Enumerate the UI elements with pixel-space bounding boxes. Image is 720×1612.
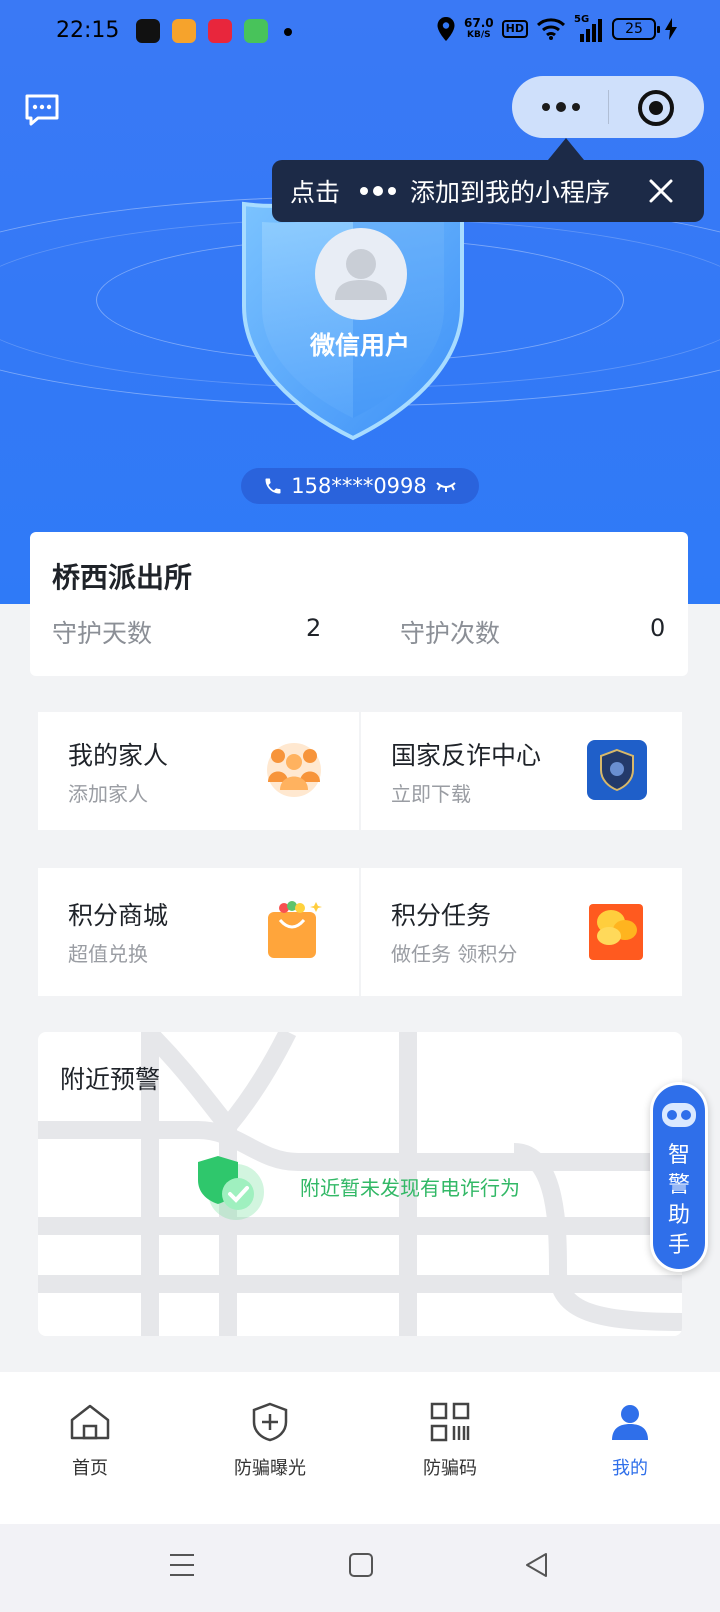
tile-title: 国家反诈中心 bbox=[391, 741, 542, 770]
coins-icon bbox=[589, 904, 643, 960]
tab-label: 防骗码 bbox=[423, 1458, 477, 1479]
tile-my-family[interactable]: 我的家人 添加家人 bbox=[38, 712, 359, 830]
music-app-icon bbox=[208, 19, 232, 43]
hero-banner: 22:15 67.0 KB/S HD 5G 25 微信用户 158****099… bbox=[0, 0, 720, 604]
assistant-char: 智 bbox=[667, 1143, 690, 1168]
guard-times-value: 0 bbox=[650, 614, 666, 642]
target-close-icon[interactable] bbox=[638, 90, 674, 126]
assistant-label: 智 警 助 手 bbox=[653, 1141, 705, 1261]
status-time: 22:15 bbox=[56, 18, 120, 43]
system-nav-bar bbox=[0, 1524, 720, 1612]
tile-title: 我的家人 bbox=[68, 741, 169, 770]
tab-fraud-exposure[interactable]: 防骗曝光 bbox=[210, 1402, 330, 1480]
guard-days-label: 守护天数 bbox=[52, 619, 153, 648]
hd-badge: HD bbox=[501, 20, 528, 38]
video-app-icon bbox=[172, 19, 196, 43]
status-bar: 22:15 67.0 KB/S HD 5G 25 bbox=[0, 0, 720, 66]
tab-label: 首页 bbox=[72, 1458, 108, 1479]
message-app-icon bbox=[244, 19, 268, 43]
back-triangle-icon[interactable] bbox=[524, 1552, 550, 1578]
family-icon bbox=[267, 743, 321, 797]
signal-icon: 5G bbox=[574, 14, 604, 42]
tooltip-prefix: 点击 bbox=[290, 178, 341, 207]
robot-icon bbox=[662, 1103, 696, 1127]
assistant-char: 警 bbox=[667, 1173, 690, 1198]
home-icon bbox=[70, 1404, 110, 1440]
shopping-bag-icon bbox=[268, 901, 322, 958]
more-dots-icon[interactable] bbox=[526, 90, 596, 124]
tile-row: 积分商城 超值兑换 积分任务 做任务 领积分 bbox=[38, 868, 682, 996]
tile-subtitle: 添加家人 bbox=[68, 782, 148, 806]
tile-points-mall[interactable]: 积分商城 超值兑换 bbox=[38, 868, 359, 996]
signal-label: 5G bbox=[574, 14, 590, 25]
tile-row: 我的家人 添加家人 国家反诈中心 立即下载 bbox=[38, 712, 682, 830]
station-name: 桥西派出所 bbox=[52, 561, 193, 594]
nearby-alert-message: 附近暂未发现有电诈行为 bbox=[300, 1176, 520, 1200]
assistant-char: 手 bbox=[667, 1233, 690, 1258]
home-square-icon[interactable] bbox=[348, 1552, 374, 1578]
charging-icon bbox=[665, 18, 677, 40]
anti-fraud-app-icon bbox=[587, 740, 647, 800]
shield-check-icon bbox=[198, 1156, 264, 1220]
tiktok-app-icon bbox=[136, 19, 160, 43]
user-icon bbox=[612, 1405, 648, 1440]
close-icon[interactable] bbox=[644, 174, 678, 208]
tile-subtitle: 做任务 领积分 bbox=[391, 942, 518, 966]
tooltip-arrow bbox=[548, 138, 584, 160]
tile-subtitle: 立即下载 bbox=[391, 782, 471, 806]
net-speed-unit: KB/S bbox=[467, 30, 491, 40]
bottom-tab-bar: 首页 防骗曝光 防骗码 我的 bbox=[0, 1372, 720, 1524]
tab-mine[interactable]: 我的 bbox=[570, 1402, 690, 1480]
phone-icon bbox=[265, 478, 281, 494]
battery-indicator: 25 bbox=[612, 18, 660, 40]
guard-times-label: 守护次数 bbox=[400, 619, 501, 648]
tab-label: 我的 bbox=[612, 1458, 648, 1479]
notification-dot bbox=[284, 28, 292, 36]
guard-days-value: 2 bbox=[306, 614, 322, 642]
avatar[interactable] bbox=[315, 228, 407, 320]
tile-subtitle: 超值兑换 bbox=[68, 942, 148, 966]
qr-code-icon bbox=[430, 1402, 470, 1442]
tooltip-suffix: 添加到我的小程序 bbox=[410, 178, 611, 207]
net-speed-value: 67.0 bbox=[464, 16, 494, 30]
tile-title: 积分任务 bbox=[391, 901, 492, 930]
user-silhouette-icon bbox=[335, 249, 387, 300]
tab-home[interactable]: 首页 bbox=[30, 1402, 150, 1480]
phone-number: 158****0998 bbox=[291, 474, 427, 498]
shield-plus-icon bbox=[252, 1402, 288, 1442]
menu-icon[interactable] bbox=[168, 1552, 196, 1578]
assistant-char: 助 bbox=[667, 1203, 690, 1228]
add-mini-program-tooltip: 点击 添加到我的小程序 bbox=[272, 160, 704, 222]
tile-title: 积分商城 bbox=[68, 901, 169, 930]
location-icon bbox=[437, 17, 455, 41]
capsule-divider bbox=[608, 90, 609, 124]
smart-police-assistant-button[interactable]: 智 警 助 手 bbox=[650, 1082, 708, 1272]
nearby-alert-card[interactable]: 附近预警 附近暂未发现有电诈行为 bbox=[38, 1032, 682, 1336]
nearby-alert-title: 附近预警 bbox=[60, 1065, 161, 1094]
tab-fraud-code[interactable]: 防骗码 bbox=[390, 1402, 510, 1480]
user-name: 微信用户 bbox=[309, 331, 410, 360]
wifi-icon bbox=[536, 18, 566, 40]
tile-anti-fraud-center[interactable]: 国家反诈中心 立即下载 bbox=[361, 712, 682, 830]
message-square-icon[interactable] bbox=[24, 94, 60, 126]
station-card: 桥西派出所 守护天数 2 守护次数 0 bbox=[30, 532, 688, 676]
phone-pill[interactable]: 158****0998 bbox=[241, 468, 479, 504]
tab-label: 防骗曝光 bbox=[234, 1458, 306, 1479]
more-dots-icon bbox=[360, 185, 397, 196]
net-speed: 67.0 KB/S bbox=[464, 17, 494, 41]
tile-points-tasks[interactable]: 积分任务 做任务 领积分 bbox=[361, 868, 682, 996]
eye-closed-icon[interactable] bbox=[435, 479, 457, 493]
